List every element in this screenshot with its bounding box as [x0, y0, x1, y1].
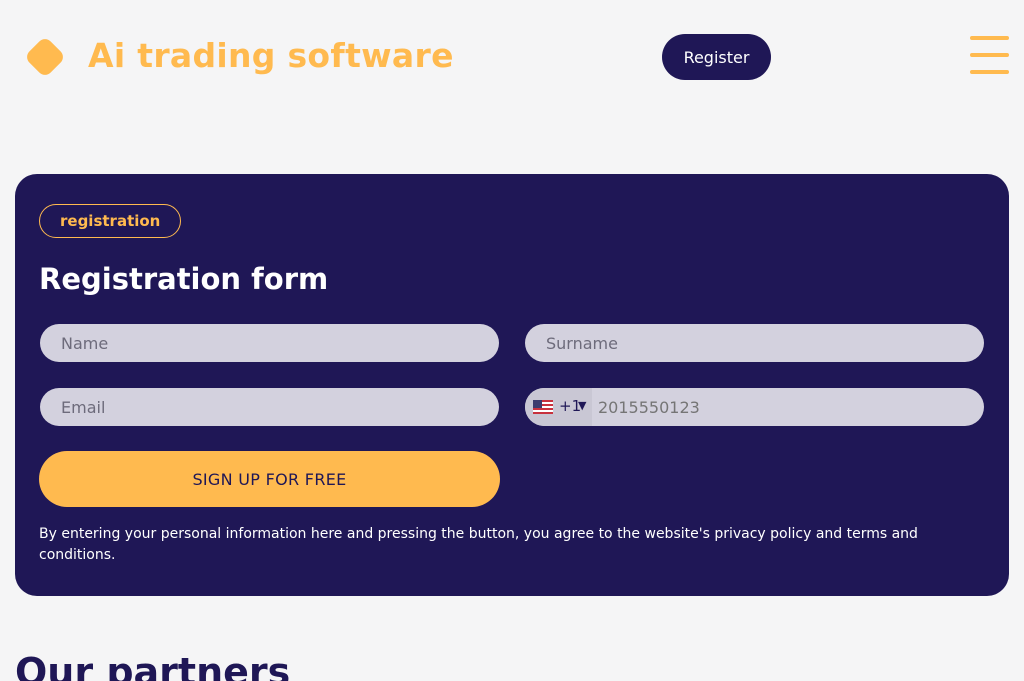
country-code-selector[interactable]: +1 ▼	[525, 388, 592, 426]
chevron-down-icon: ▼	[578, 399, 587, 412]
sign-up-button[interactable]: SIGN UP FOR FREE	[39, 451, 500, 507]
menu-bar	[970, 36, 1009, 40]
register-button[interactable]: Register	[662, 34, 771, 80]
registration-tag: registration	[39, 204, 182, 238]
site-header: Ai trading software Register	[0, 0, 1024, 112]
phone-input[interactable]	[592, 388, 984, 426]
registration-card: registration Registration form +1 ▼ SIGN…	[15, 174, 1009, 596]
brand-name[interactable]: Ai trading software	[88, 36, 454, 75]
name-input[interactable]	[40, 324, 499, 362]
hamburger-menu-icon[interactable]	[970, 36, 1010, 78]
menu-bar	[970, 70, 1009, 74]
partners-heading: Our partners	[15, 650, 291, 681]
form-title: Registration form	[39, 262, 329, 296]
menu-bar	[970, 53, 1009, 57]
us-flag-icon	[533, 400, 553, 414]
email-input[interactable]	[40, 388, 499, 426]
diamond-logo-icon[interactable]	[23, 35, 67, 79]
phone-field: +1 ▼	[525, 388, 984, 426]
surname-input[interactable]	[525, 324, 984, 362]
privacy-disclaimer: By entering your personal information he…	[39, 526, 918, 563]
